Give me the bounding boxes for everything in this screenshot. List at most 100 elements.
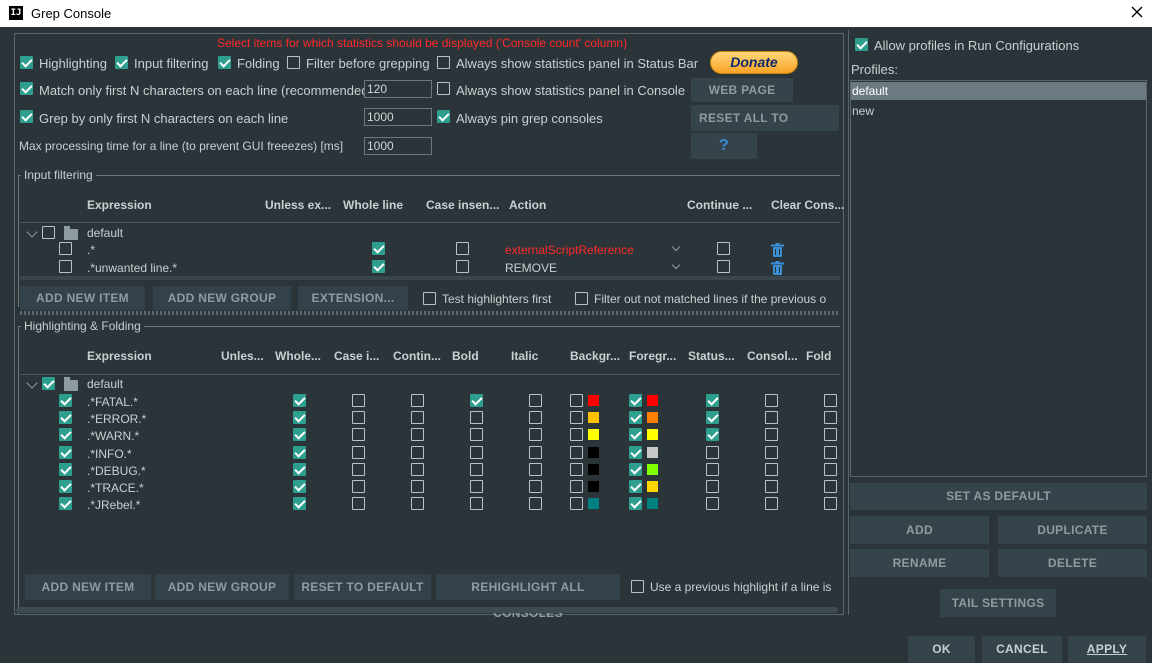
hl-reset-button[interactable]: RESET TO DEFAULT — [294, 574, 431, 600]
rehighlight-button[interactable]: REHIGHLIGHT ALL CONSOLES — [436, 574, 620, 620]
hl-row-checkbox[interactable] — [59, 445, 72, 459]
background-color-swatch[interactable] — [588, 463, 599, 475]
hl-whole-line-checkbox[interactable] — [293, 480, 306, 493]
hl-case-checkbox[interactable] — [352, 445, 365, 459]
hl-italic-checkbox[interactable] — [529, 394, 542, 407]
highlighting-scrollbar[interactable] — [16, 607, 838, 613]
hl-expression[interactable]: .*TRACE.* — [87, 481, 144, 495]
hl-italic-checkbox[interactable] — [529, 497, 542, 511]
hl-column-header[interactable]: Foregr... — [629, 349, 676, 363]
duplicate-profile-button[interactable]: DUPLICATE — [998, 516, 1147, 544]
hl-italic-checkbox[interactable] — [529, 445, 542, 459]
reset-all-button[interactable]: RESET ALL TO DEFAULT — [691, 105, 839, 131]
hl-bold-checkbox[interactable] — [470, 462, 483, 476]
tail-settings-button[interactable]: TAIL SETTINGS — [940, 589, 1056, 617]
hl-continue-checkbox[interactable] — [411, 394, 424, 407]
hl-console-checkbox[interactable] — [765, 462, 778, 476]
background-color-swatch[interactable] — [588, 446, 599, 458]
hl-add-group-button[interactable]: ADD NEW GROUP — [155, 574, 289, 600]
background-color-swatch[interactable] — [588, 395, 599, 406]
grep-first-n-checkbox[interactable] — [20, 110, 33, 123]
hl-column-header[interactable]: Consol... — [747, 349, 798, 363]
hl-status-checkbox[interactable] — [706, 428, 719, 442]
hl-status-checkbox[interactable] — [706, 480, 719, 493]
foreground-color-swatch[interactable] — [647, 481, 658, 492]
hl-bold-checkbox[interactable] — [470, 428, 483, 442]
input-filtering-scrollbar[interactable] — [20, 276, 840, 280]
if-column-header[interactable]: Continue ... — [687, 198, 752, 212]
hl-whole-line-checkbox[interactable] — [293, 394, 306, 407]
hl-italic-checkbox[interactable] — [529, 411, 542, 425]
hl-console-checkbox[interactable] — [765, 394, 778, 407]
use-previous-checkbox[interactable] — [631, 580, 644, 593]
hl-row-checkbox[interactable] — [59, 428, 72, 442]
hl-expression[interactable]: .*INFO.* — [87, 447, 132, 461]
splitter-handle[interactable] — [20, 311, 840, 315]
hl-case-checkbox[interactable] — [352, 462, 365, 476]
if-add-group-button[interactable]: ADD NEW GROUP — [153, 286, 291, 310]
hl-case-checkbox[interactable] — [352, 411, 365, 425]
hl-foreground-checkbox[interactable] — [629, 394, 642, 407]
hl-row-checkbox[interactable] — [59, 411, 72, 425]
hl-row-checkbox[interactable] — [59, 497, 72, 511]
hl-whole-line-checkbox[interactable] — [293, 445, 306, 459]
if-add-item-button[interactable]: ADD NEW ITEM — [20, 286, 145, 310]
if-row-checkbox[interactable] — [59, 242, 72, 255]
if-whole-line-checkbox[interactable] — [372, 242, 385, 255]
hl-whole-line-checkbox[interactable] — [293, 497, 306, 511]
trash-icon[interactable] — [771, 261, 784, 275]
hl-background-checkbox[interactable] — [570, 497, 583, 511]
if-case-checkbox[interactable] — [456, 242, 469, 255]
always-console-checkbox[interactable] — [437, 82, 450, 95]
hl-case-checkbox[interactable] — [352, 497, 365, 511]
folding-checkbox[interactable] — [218, 56, 231, 69]
if-group-checkbox[interactable] — [42, 226, 55, 239]
if-expression[interactable]: .*unwanted line.* — [87, 261, 177, 275]
hl-background-checkbox[interactable] — [570, 462, 583, 476]
input-filtering-checkbox[interactable] — [115, 56, 128, 69]
if-column-header[interactable]: Clear Cons... — [771, 198, 844, 212]
if-expression[interactable]: .* — [87, 243, 95, 257]
add-profile-button[interactable]: ADD — [850, 516, 989, 544]
hl-bold-checkbox[interactable] — [470, 480, 483, 493]
background-color-swatch[interactable] — [588, 429, 599, 441]
hl-italic-checkbox[interactable] — [529, 428, 542, 442]
foreground-color-swatch[interactable] — [647, 429, 658, 441]
always-pin-checkbox[interactable] — [437, 110, 450, 123]
ok-button[interactable]: OK — [908, 636, 975, 663]
hl-column-header[interactable]: Bold — [452, 349, 479, 363]
hl-foreground-checkbox[interactable] — [629, 497, 642, 511]
hl-console-checkbox[interactable] — [765, 428, 778, 442]
hl-expression[interactable]: .*WARN.* — [87, 429, 139, 443]
hl-status-checkbox[interactable] — [706, 394, 719, 407]
hl-fold-checkbox[interactable] — [824, 445, 837, 459]
hl-fold-checkbox[interactable] — [824, 462, 837, 476]
if-column-header[interactable]: Action — [509, 198, 546, 212]
hl-expression[interactable]: .*ERROR.* — [87, 412, 146, 426]
foreground-color-swatch[interactable] — [647, 498, 658, 510]
help-button[interactable]: ? — [691, 133, 757, 159]
hl-column-header[interactable]: Whole... — [275, 349, 321, 363]
hl-whole-line-checkbox[interactable] — [293, 462, 306, 476]
if-continue-checkbox[interactable] — [717, 260, 730, 273]
foreground-color-swatch[interactable] — [647, 463, 658, 475]
background-color-swatch[interactable] — [588, 412, 599, 424]
hl-row-checkbox[interactable] — [59, 480, 72, 493]
hl-background-checkbox[interactable] — [570, 394, 583, 407]
highlighting-checkbox[interactable] — [20, 56, 33, 69]
hl-background-checkbox[interactable] — [570, 411, 583, 425]
delete-profile-button[interactable]: DELETE — [998, 549, 1147, 577]
hl-continue-checkbox[interactable] — [411, 411, 424, 425]
if-column-header[interactable]: Case insen... — [426, 198, 499, 212]
hl-foreground-checkbox[interactable] — [629, 445, 642, 459]
hl-fold-checkbox[interactable] — [824, 411, 837, 425]
hl-status-checkbox[interactable] — [706, 497, 719, 511]
hl-status-checkbox[interactable] — [706, 445, 719, 459]
rename-profile-button[interactable]: RENAME — [850, 549, 989, 577]
if-column-header[interactable]: Unless ex... — [265, 198, 331, 212]
hl-fold-checkbox[interactable] — [824, 497, 837, 511]
hl-status-checkbox[interactable] — [706, 411, 719, 425]
hl-column-header[interactable]: Contin... — [393, 349, 441, 363]
hl-case-checkbox[interactable] — [352, 394, 365, 407]
hl-background-checkbox[interactable] — [570, 480, 583, 493]
